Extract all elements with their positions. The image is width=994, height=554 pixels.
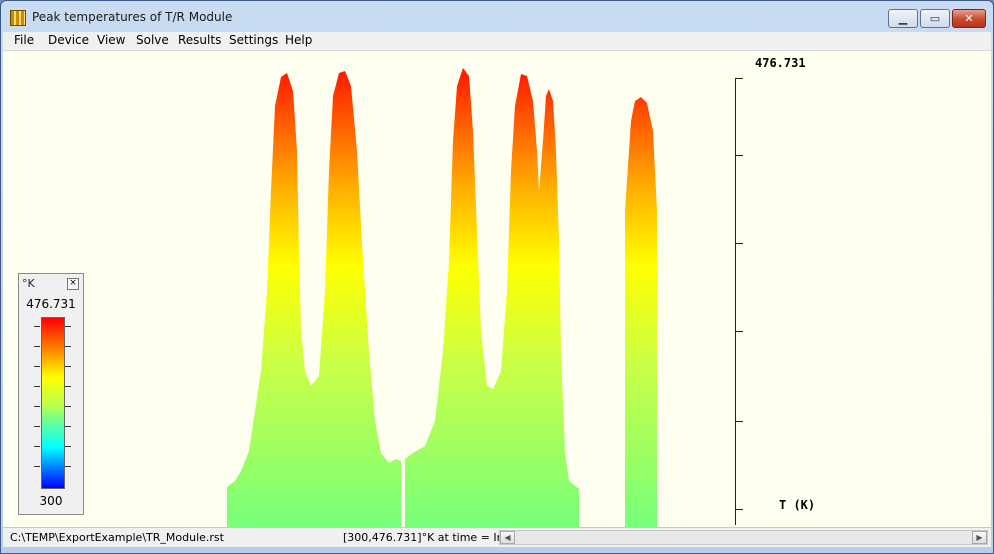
legend-tick — [34, 426, 40, 427]
window-title: Peak temperatures of T/R Module — [32, 10, 233, 24]
temperature-axis — [735, 78, 736, 525]
scroll-right-icon[interactable]: ▶ — [972, 531, 987, 544]
legend-tick — [34, 386, 40, 387]
legend-tick — [65, 446, 71, 447]
legend-tick — [34, 366, 40, 367]
legend-close-icon[interactable]: × — [67, 278, 79, 290]
legend-tick — [34, 326, 40, 327]
legend-tick — [65, 406, 71, 407]
app-window: Peak temperatures of T/R Module ▁ ▭ ✕ Fi… — [0, 0, 994, 554]
maximize-button[interactable]: ▭ — [920, 9, 950, 28]
minimize-button[interactable]: ▁ — [888, 9, 918, 28]
legend-max-value: 476.731 — [26, 297, 76, 311]
legend-min-value: 300 — [39, 494, 63, 508]
menu-settings[interactable]: Settings — [229, 33, 278, 47]
legend-tick — [65, 346, 71, 347]
axis-tick — [735, 155, 743, 156]
legend-tick — [65, 426, 71, 427]
axis-tick — [735, 509, 743, 510]
scroll-left-icon[interactable]: ◀ — [500, 531, 515, 544]
menu-bar: File Device View Solve Results Settings … — [3, 32, 991, 51]
legend-color-bar — [41, 317, 65, 489]
menu-solve[interactable]: Solve — [136, 33, 169, 47]
axis-tick — [735, 421, 743, 422]
menu-view[interactable]: View — [97, 33, 125, 47]
module-icon[interactable] — [10, 10, 26, 26]
temperature-profile-right — [625, 97, 657, 527]
color-legend[interactable]: °K × 476.731 300 — [18, 273, 84, 515]
horizontal-scrollbar[interactable]: ◀ ▶ — [499, 530, 988, 545]
temperature-profile-plot — [227, 68, 657, 527]
legend-tick — [65, 366, 71, 367]
legend-tick — [65, 466, 71, 467]
legend-tick — [34, 406, 40, 407]
temperature-profile-left — [227, 71, 401, 527]
legend-tick — [65, 386, 71, 387]
menu-results[interactable]: Results — [178, 33, 221, 47]
legend-tick — [65, 326, 71, 327]
close-icon: ✕ — [964, 12, 974, 25]
axis-tick — [735, 243, 743, 244]
close-button[interactable]: ✕ — [952, 9, 986, 28]
status-file-path: C:\TEMP\ExportExample\TR_Module.rst — [10, 531, 224, 544]
legend-tick — [34, 446, 40, 447]
axis-max-label: 476.731 — [755, 56, 806, 70]
axis-unit-label: T (K) — [779, 498, 816, 512]
maximize-icon: ▭ — [929, 12, 941, 25]
temperature-profile-middle — [405, 68, 579, 527]
legend-unit: °K — [22, 277, 35, 290]
menu-file[interactable]: File — [14, 33, 34, 47]
axis-tick — [735, 331, 743, 332]
axis-tick — [735, 78, 743, 79]
status-bar: C:\TEMP\ExportExample\TR_Module.rst [300… — [3, 527, 991, 547]
temperature-plot-area[interactable]: 476.731 T (K) °K × 476.731 300 — [3, 51, 991, 527]
legend-tick — [34, 346, 40, 347]
title-bar[interactable]: Peak temperatures of T/R Module ▁ ▭ ✕ — [1, 1, 993, 32]
menu-help[interactable]: Help — [285, 33, 312, 47]
menu-device[interactable]: Device — [48, 33, 89, 47]
minimize-icon: ▁ — [898, 12, 908, 25]
legend-tick — [34, 466, 40, 467]
